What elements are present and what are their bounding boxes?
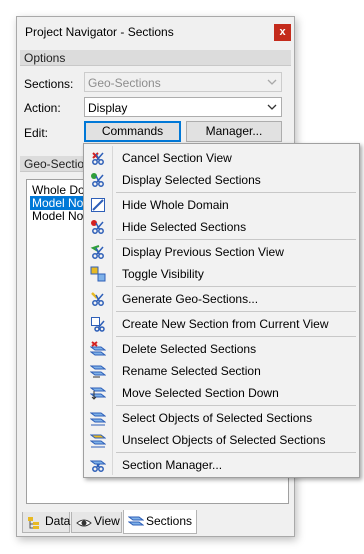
unselect-objects-icon [90,434,106,448]
menu-separator [116,336,356,337]
menu-separator [116,311,356,312]
menu-item-cancel-section-view[interactable]: Cancel Section View [86,147,357,169]
options-header-label: Options [24,51,66,65]
window-title: Project Navigator - Sections [25,25,174,39]
sections-icon [128,516,144,526]
hide-selected-sections-icon [91,220,104,234]
menu-separator [116,239,356,240]
menu-item-label: Delete Selected Sections [122,342,257,356]
cancel-section-view-icon [92,152,104,165]
menu-item-move-section-down[interactable]: Move Selected Section Down [86,382,357,404]
tab-view-label: View [94,514,120,528]
menu-item-label: Select Objects of Selected Sections [122,411,313,425]
menu-item-hide-whole-domain[interactable]: Hide Whole Domain [86,194,357,216]
menu-separator [116,452,356,453]
menu-item-display-previous-section-view[interactable]: Display Previous Section View [86,241,357,263]
tab-sections-label: Sections [146,514,193,528]
hide-whole-domain-icon [91,198,105,212]
sections-combo[interactable]: Geo-Sections [84,72,282,92]
menu-item-toggle-visibility[interactable]: Toggle Visibility [86,263,357,285]
close-button[interactable]: x [274,24,291,41]
menu-item-section-manager[interactable]: Section Manager... [86,454,357,476]
menu-item-label: Generate Geo-Sections... [122,292,259,306]
geo-sections-header-label: Geo-Section [24,157,91,171]
move-section-down-icon [90,387,106,400]
menu-item-label: Display Selected Sections [122,173,261,187]
options-header: Options [20,50,291,66]
menu-item-label: Section Manager... [122,458,223,472]
display-selected-sections-icon [91,173,104,187]
menu-item-label: Hide Selected Sections [122,220,247,234]
menu-item-unselect-objects[interactable]: Unselect Objects of Selected Sections [86,429,357,451]
menu-item-label: Rename Selected Section [122,364,261,378]
data-tree-icon [28,517,39,529]
tab-sections[interactable]: Sections [123,510,197,534]
menu-item-label: Display Previous Section View [122,245,284,259]
menu-item-label: Create New Section from Current View [122,317,329,331]
manager-button[interactable]: Manager... [186,121,282,142]
title-bar[interactable]: Project Navigator - Sections x [17,17,294,47]
menu-item-select-objects[interactable]: Select Objects of Selected Sections [86,407,357,429]
action-label: Action: [24,101,61,115]
menu-item-create-new-section[interactable]: Create New Section from Current View [86,313,357,335]
action-combo[interactable]: Display [84,97,282,117]
menu-item-generate-geo-sections[interactable]: Generate Geo-Sections... [86,288,357,310]
menu-separator [116,192,356,193]
commands-button[interactable]: Commands [84,121,181,142]
create-new-section-icon [91,317,105,332]
rename-selected-section-icon [90,365,106,378]
menu-item-label: Cancel Section View [122,151,232,165]
list-item[interactable]: Model No. [30,196,89,210]
toggle-visibility-icon [90,266,106,282]
chevron-down-icon [267,104,277,110]
menu-item-label: Unselect Objects of Selected Sections [122,433,326,447]
menu-separator [116,286,356,287]
tab-data-label: Data [45,514,71,528]
menu-item-label: Toggle Visibility [122,267,204,281]
tab-view[interactable]: View [71,512,122,533]
menu-separator [116,405,356,406]
menu-item-label: Hide Whole Domain [122,198,229,212]
chevron-down-icon [267,79,277,85]
eye-icon [76,519,92,527]
navigator-tabs: Data View Sections [17,510,294,536]
action-combo-value: Display [88,101,128,115]
menu-item-delete-selected-sections[interactable]: Delete Selected Sections [86,338,357,360]
menu-item-display-selected-sections[interactable]: Display Selected Sections [86,169,357,191]
select-objects-icon [90,412,106,426]
close-icon: x [279,26,286,38]
display-previous-section-view-icon [90,245,104,259]
commands-menu: Cancel Section View Display Selected Sec… [83,143,360,478]
sections-combo-value: Geo-Sections [88,76,161,90]
tab-data[interactable]: Data [22,512,70,533]
edit-label: Edit: [24,126,49,140]
delete-selected-sections-icon [90,341,106,356]
sections-label: Sections: [24,77,74,91]
menu-item-label: Move Selected Section Down [122,386,279,400]
generate-geo-sections-icon [91,292,104,306]
menu-item-hide-selected-sections[interactable]: Hide Selected Sections [86,216,357,238]
section-manager-icon [90,460,106,472]
menu-item-rename-selected-section[interactable]: Rename Selected Section [86,360,357,382]
list-item[interactable]: Model No. [30,209,89,223]
